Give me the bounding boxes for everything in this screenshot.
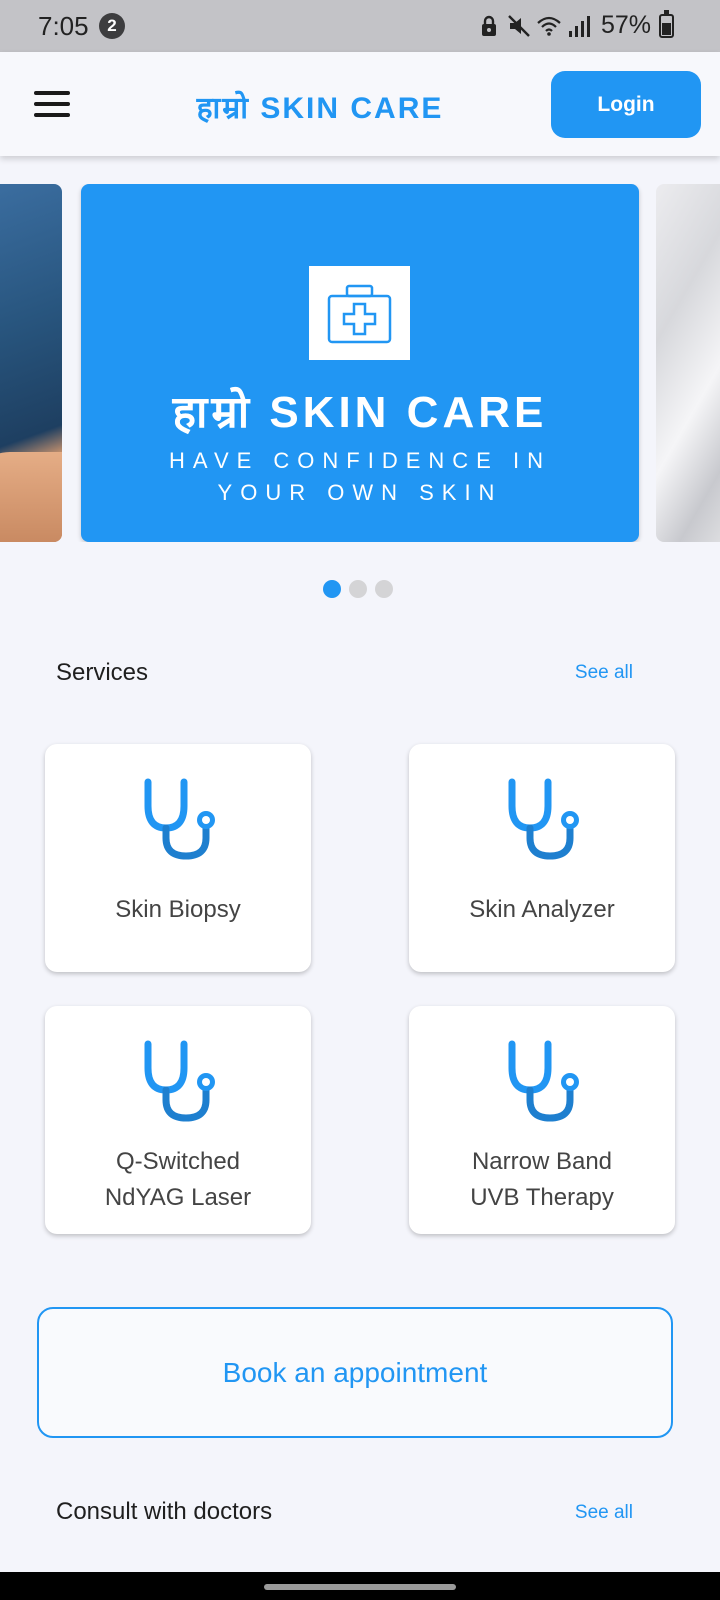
service-card-label: Skin Biopsy (115, 896, 241, 923)
service-card-skin-biopsy[interactable]: Skin Biopsy (45, 744, 311, 972)
service-card-narrow-band-uvb-therapy[interactable]: Narrow Band UVB Therapy (409, 1006, 675, 1234)
service-card-skin-analyzer[interactable]: Skin Analyzer (409, 744, 675, 972)
service-card-label: Skin Analyzer (469, 896, 615, 923)
hamburger-menu-icon[interactable] (34, 91, 70, 117)
banner-tagline-line2: YOUR OWN SKIN (217, 480, 503, 505)
status-bar: 7:05 2 57% (0, 0, 720, 52)
banner-slide[interactable]: हाम्रो SKIN CARE HAVE CONFIDENCE IN YOUR… (81, 184, 639, 542)
status-icons: 57% (477, 9, 674, 40)
stethoscope-icon (508, 778, 579, 860)
consult-doctors-title: Consult with doctors (56, 1498, 273, 1525)
carousel-dot-2[interactable] (349, 580, 367, 598)
carousel-dot-1[interactable] (323, 580, 341, 598)
service-card-label-line1: Narrow Band (471, 1148, 613, 1175)
app-brand-title: हाम्रो SKIN CARE (196, 92, 444, 125)
service-card-label-line2: NdYAG Laser (104, 1184, 252, 1211)
doctors-see-all-link[interactable]: See all (575, 1502, 633, 1524)
banner-tagline: HAVE CONFIDENCE IN YOUR OWN SKIN (81, 445, 639, 509)
service-card-label: Narrow Band UVB Therapy (419, 1144, 665, 1216)
login-button[interactable]: Login (551, 71, 701, 138)
status-time: 7:05 (38, 11, 89, 41)
stethoscope-icon (508, 1040, 579, 1122)
battery-icon (659, 9, 674, 38)
previous-slide-image[interactable] (0, 184, 62, 542)
services-see-all-link[interactable]: See all (575, 662, 633, 684)
wifi-icon (537, 16, 561, 36)
carousel-dot-3[interactable] (375, 580, 393, 598)
signal-icon (568, 15, 590, 37)
system-navigation-bar (0, 1572, 720, 1600)
service-card-q-switched-ndyag-laser[interactable]: Q-Switched NdYAG Laser (45, 1006, 311, 1234)
service-card-label-line2: UVB Therapy (470, 1184, 614, 1211)
banner-tagline-line1: HAVE CONFIDENCE IN (169, 448, 551, 473)
battery-percent: 57% (600, 11, 651, 39)
lock-icon (481, 15, 496, 36)
book-appointment-button[interactable]: Book an appointment (37, 1307, 673, 1438)
stethoscope-icon (144, 778, 215, 860)
banner-carousel[interactable]: हाम्रो SKIN CARE HAVE CONFIDENCE IN YOUR… (0, 184, 720, 542)
service-card-label-line1: Q-Switched (115, 1148, 241, 1175)
stethoscope-icon (144, 1040, 215, 1122)
carousel-indicator (323, 580, 393, 598)
next-slide-image[interactable] (656, 184, 720, 542)
service-card-label: Q-Switched NdYAG Laser (55, 1144, 301, 1216)
home-gesture-handle[interactable] (264, 1584, 456, 1590)
banner-title: हाम्रो SKIN CARE (172, 388, 548, 437)
app-bar: हाम्रो SKIN CARE Login (0, 52, 720, 156)
notification-count-badge: 2 (99, 13, 125, 39)
services-title: Services (56, 659, 149, 686)
medical-kit-icon (309, 266, 410, 360)
mute-icon (508, 14, 530, 37)
